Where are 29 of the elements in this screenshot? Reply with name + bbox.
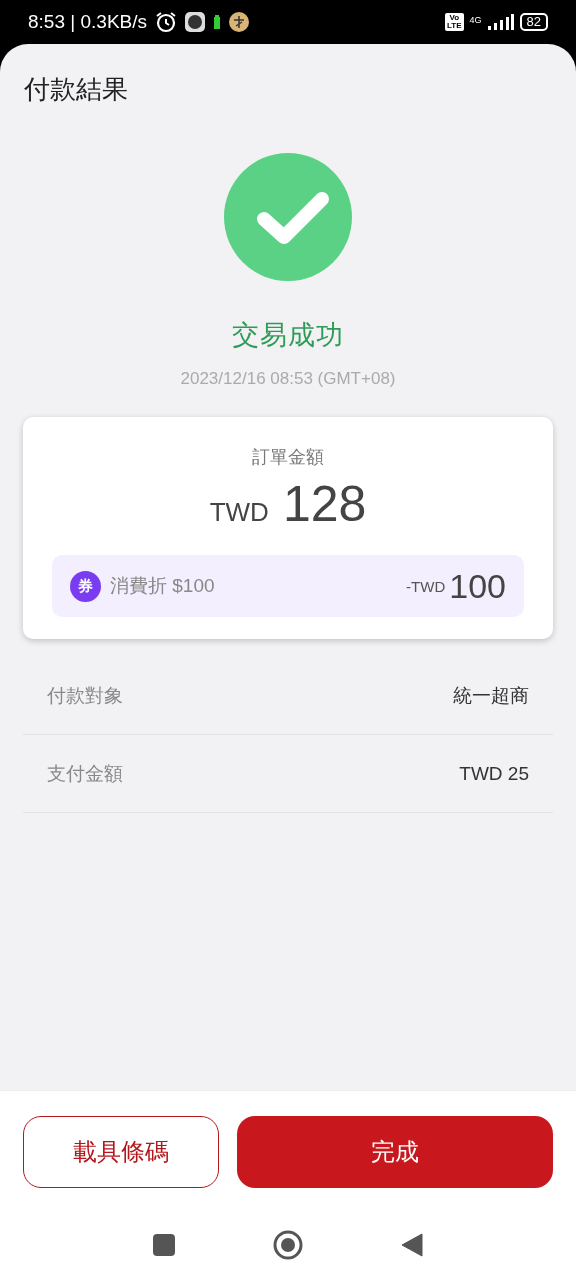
page-title: 付款結果 (23, 73, 129, 106)
discount-currency: -TWD (406, 577, 446, 595)
carrier-barcode-button[interactable]: 載具條碼 (23, 1116, 219, 1188)
order-amount-label: 訂單金額 (252, 446, 324, 469)
detail-label: 付款對象 (47, 683, 123, 708)
signal-icon (487, 14, 514, 30)
status-time: 8:53 | 0.3KB/s (28, 11, 147, 33)
timestamp: 2023/12/16 08:53 (GMT+08) (180, 369, 396, 389)
recents-icon[interactable] (153, 1234, 175, 1256)
network-type: 4G (469, 15, 482, 25)
coupon-label: 消費折 $100 (110, 574, 215, 598)
detail-value: TWD 25 (459, 762, 529, 785)
result-message: 交易成功 (232, 319, 344, 352)
home-icon[interactable] (273, 1230, 303, 1260)
coupon-badge: 券 (70, 570, 101, 602)
order-amount: 128 (282, 475, 367, 533)
volte-badge: Vo LTE (445, 13, 464, 31)
battery-icon (213, 15, 221, 29)
detail-value: 統一超商 (453, 683, 529, 708)
back-icon[interactable] (401, 1233, 423, 1257)
discount-amount: 100 (449, 566, 506, 606)
app-icon (229, 12, 249, 32)
detail-label: 支付金額 (47, 761, 123, 786)
alarm-clock-icon (155, 11, 177, 33)
battery-level: 82 (519, 13, 548, 31)
currency: TWD (209, 497, 269, 528)
app-icon (185, 12, 205, 32)
check-circle-icon (224, 153, 352, 281)
done-button[interactable]: 完成 (237, 1116, 553, 1188)
